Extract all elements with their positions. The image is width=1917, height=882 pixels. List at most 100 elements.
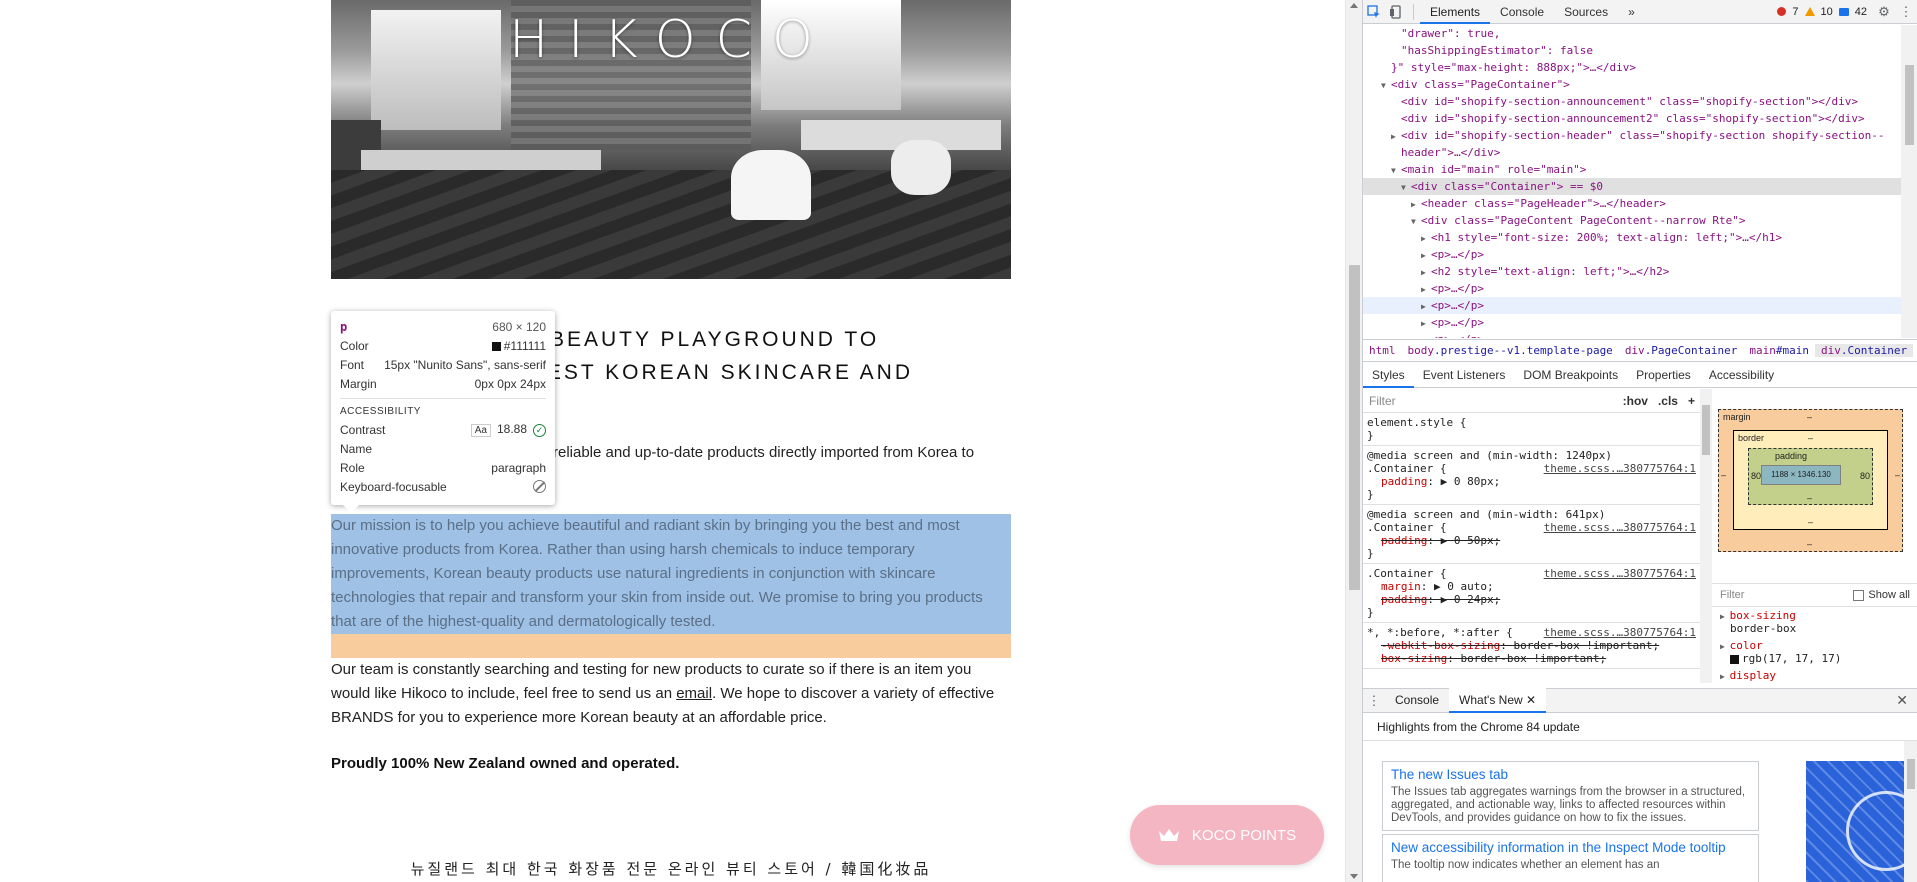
tab-event-listeners[interactable]: Event Listeners: [1414, 363, 1515, 388]
dom-tree-scrollbar[interactable]: [1901, 25, 1917, 338]
tab-sources[interactable]: Sources: [1554, 0, 1618, 24]
dom-node-line[interactable]: ▶ <header class="PageHeader">…</header>: [1363, 195, 1901, 212]
css-rule[interactable]: @media screen and (min-width: 641px) .Con…: [1363, 505, 1700, 564]
computed-property[interactable]: ▶ color rgb(17, 17, 17): [1712, 637, 1917, 667]
breadcrumb-item[interactable]: main#main: [1743, 344, 1815, 357]
expand-triangle-icon[interactable]: ▶: [1421, 281, 1431, 298]
drawer-tab-console[interactable]: Console: [1385, 688, 1449, 713]
dom-node-line[interactable]: ▶<p>…</p>: [1363, 331, 1901, 338]
styles-scrollbar[interactable]: [1700, 389, 1712, 683]
css-selector[interactable]: element.style {: [1367, 416, 1466, 429]
whats-new-scrollbar[interactable]: [1904, 741, 1917, 882]
issue-counters[interactable]: 7 10 42: [1777, 6, 1867, 18]
tab-dom-breakpoints[interactable]: DOM Breakpoints: [1514, 363, 1627, 388]
css-selector[interactable]: *, *:before, *:after {: [1367, 626, 1513, 639]
expand-triangle-icon[interactable]: ▶: [1421, 230, 1431, 247]
expand-triangle-icon[interactable]: ▶: [1421, 332, 1431, 338]
card-title[interactable]: The new Issues tab: [1391, 767, 1750, 782]
source-link[interactable]: theme.scss.…380775764:1: [1544, 521, 1696, 534]
dom-node-line[interactable]: ▶<p>…</p>: [1363, 246, 1901, 263]
tab-accessibility[interactable]: Accessibility: [1700, 363, 1783, 388]
expand-triangle-icon[interactable]: ▼: [1401, 179, 1411, 196]
page-scroll-thumb[interactable]: [1349, 265, 1360, 590]
dom-tree[interactable]: "drawer": true, "hasShippingEstimator": f…: [1363, 25, 1901, 338]
css-property[interactable]: padding: ▶ 0 80px;: [1367, 475, 1696, 488]
email-link[interactable]: email: [676, 685, 712, 702]
tab-close-icon[interactable]: ✕: [1526, 693, 1536, 707]
css-rule[interactable]: *, *:before, *:after { theme.scss.…380775…: [1363, 623, 1700, 669]
scroll-up-icon[interactable]: [1350, 3, 1358, 8]
dom-node-line[interactable]: <div id="shopify-section-announcement" c…: [1363, 93, 1901, 110]
css-rule[interactable]: .Container { theme.scss.…380775764:1 margi…: [1363, 564, 1700, 623]
dom-node-line[interactable]: ▼ <div class="PageContent PageContent--na…: [1363, 212, 1901, 229]
page-scrollbar[interactable]: [1345, 0, 1362, 882]
tab-console[interactable]: Console: [1490, 0, 1554, 24]
device-toolbar-icon[interactable]: [1385, 1, 1407, 23]
css-rule[interactable]: element.style {}: [1363, 413, 1700, 446]
expand-triangle-icon[interactable]: ▶: [1411, 196, 1421, 213]
breadcrumb-item[interactable]: html: [1363, 344, 1402, 357]
whats-new-card[interactable]: The new Issues tab The Issues tab aggreg…: [1382, 761, 1759, 831]
computed-property[interactable]: ▶ display: [1712, 667, 1917, 684]
koco-points-button[interactable]: KOCO POINTS: [1130, 805, 1324, 865]
korean-footer-text: 뉴질랜드 최대 한국 화장품 전문 온라인 뷰티 스토어 / 韓国化妆品: [410, 860, 932, 878]
dom-node-line[interactable]: "drawer": true,: [1363, 25, 1901, 42]
dom-node-line[interactable]: ▶ <h1 style="font-size: 200%; text-align:…: [1363, 229, 1901, 246]
source-link[interactable]: theme.scss.…380775764:1: [1544, 626, 1696, 639]
dom-node-line[interactable]: ▶ <h2 style="text-align: left;">…</h2>: [1363, 263, 1901, 280]
whats-new-card[interactable]: New accessibility information in the Ins…: [1382, 834, 1759, 882]
css-rule[interactable]: @media screen and (min-width: 1240px) .Co…: [1363, 446, 1700, 505]
dom-node-line[interactable]: }" style="max-height: 888px;">…</div>: [1363, 59, 1901, 76]
expand-triangle-icon[interactable]: ▶: [1391, 128, 1401, 145]
cls-button[interactable]: .cls: [1658, 394, 1678, 408]
add-rule-button[interactable]: +: [1688, 394, 1695, 408]
drawer-tab-whats-new[interactable]: What's New ✕: [1449, 688, 1547, 713]
dom-node-line[interactable]: ▶<p>…</p>: [1363, 297, 1901, 314]
computed-property[interactable]: ▶ box-sizing border-box: [1712, 607, 1917, 637]
tab-elements[interactable]: Elements: [1420, 0, 1491, 24]
dom-node-line[interactable]: ▶<p>…</p>: [1363, 280, 1901, 297]
tab-properties[interactable]: Properties: [1627, 363, 1700, 388]
dom-node-line[interactable]: ▶<p>…</p>: [1363, 314, 1901, 331]
expand-triangle-icon[interactable]: ▶: [1421, 264, 1431, 281]
tab-styles[interactable]: Styles: [1363, 363, 1414, 388]
kebab-menu-icon[interactable]: ⋮: [1895, 1, 1917, 23]
css-selector[interactable]: .Container {: [1367, 567, 1446, 580]
breadcrumb-item[interactable]: body.prestige--v1.template-page: [1402, 344, 1619, 357]
close-drawer-icon[interactable]: ✕: [1896, 692, 1908, 709]
dom-node-line[interactable]: ▼ <main id="main" role="main">: [1363, 161, 1901, 178]
expand-triangle-icon[interactable]: ▼: [1381, 77, 1391, 94]
gear-icon[interactable]: ⚙: [1873, 1, 1895, 23]
hov-button[interactable]: :hov: [1623, 394, 1648, 408]
css-property[interactable]: -webkit-box-sizing: border-box !importan…: [1367, 639, 1696, 652]
inspect-element-icon[interactable]: [1363, 1, 1385, 23]
dom-node-line[interactable]: <div id="shopify-section-announcement2" …: [1363, 110, 1901, 127]
show-all-checkbox[interactable]: Show all: [1853, 589, 1910, 601]
css-property[interactable]: box-sizing: border-box !important;: [1367, 652, 1696, 665]
computed-filter-input[interactable]: Filter: [1720, 589, 1744, 601]
expand-triangle-icon[interactable]: ▶: [1421, 247, 1431, 264]
css-property[interactable]: margin: ▶ 0 auto;: [1367, 580, 1696, 593]
breadcrumb-item[interactable]: div.PageContainer: [1619, 344, 1744, 357]
dom-node-line[interactable]: header">…</div>: [1363, 144, 1901, 161]
css-selector[interactable]: .Container {: [1367, 521, 1446, 534]
dom-node-line[interactable]: ▼ <div class="Container"> == $0: [1363, 178, 1901, 195]
expand-triangle-icon[interactable]: ▶: [1421, 315, 1431, 332]
source-link[interactable]: theme.scss.…380775764:1: [1544, 567, 1696, 580]
card-title[interactable]: New accessibility information in the Ins…: [1391, 840, 1750, 855]
breadcrumb-item[interactable]: div.Container: [1815, 344, 1914, 357]
css-property[interactable]: padding: ▶ 0 24px;: [1367, 593, 1696, 606]
dom-node-line[interactable]: ▶ <div id="shopify-section-header" class=…: [1363, 127, 1901, 144]
css-selector[interactable]: .Container {: [1367, 462, 1446, 475]
expand-triangle-icon[interactable]: ▼: [1411, 213, 1421, 230]
drawer-menu-icon[interactable]: ⋮: [1363, 690, 1385, 712]
css-property[interactable]: padding: ▶ 0 50px;: [1367, 534, 1696, 547]
styles-filter-input[interactable]: Filter: [1369, 394, 1618, 408]
dom-node-line[interactable]: "hasShippingEstimator": false: [1363, 42, 1901, 59]
scroll-down-icon[interactable]: [1350, 874, 1358, 879]
source-link[interactable]: theme.scss.…380775764:1: [1544, 462, 1696, 475]
more-tabs-button[interactable]: »: [1618, 0, 1645, 24]
expand-triangle-icon[interactable]: ▶: [1421, 298, 1431, 315]
expand-triangle-icon[interactable]: ▼: [1391, 162, 1401, 179]
dom-node-line[interactable]: ▼ <div class="PageContainer">: [1363, 76, 1901, 93]
